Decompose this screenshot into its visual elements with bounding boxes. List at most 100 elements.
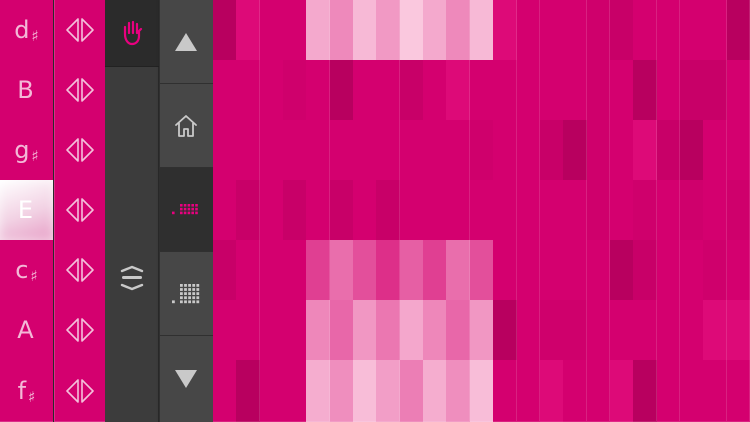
grid-pad[interactable] <box>329 360 354 422</box>
grid-pad[interactable] <box>679 0 704 61</box>
grid-pad[interactable] <box>423 180 447 241</box>
large-grid-button[interactable] <box>159 252 213 336</box>
grid-pad[interactable] <box>353 360 377 422</box>
grid-pad[interactable] <box>423 120 447 181</box>
grid-pad[interactable] <box>493 120 518 181</box>
grid-pad[interactable] <box>469 120 494 181</box>
note-key-4[interactable]: c ♯ <box>0 240 53 301</box>
grid-pad[interactable] <box>633 180 658 241</box>
grid-pad[interactable] <box>656 360 681 422</box>
grid-pad[interactable] <box>563 120 588 181</box>
grid-pad[interactable] <box>329 300 354 361</box>
grid-pad[interactable] <box>469 180 494 241</box>
grid-pad[interactable] <box>399 120 424 181</box>
transpose-button-3[interactable] <box>54 180 105 241</box>
grid-pad[interactable] <box>586 0 611 61</box>
grid-pad[interactable] <box>236 240 261 301</box>
grid-pad[interactable] <box>376 300 401 361</box>
grid-pad[interactable] <box>353 60 377 121</box>
grid-pad[interactable] <box>236 0 261 61</box>
grid-pad[interactable] <box>516 240 541 301</box>
grid-pad[interactable] <box>306 300 331 361</box>
transpose-button-0[interactable] <box>54 0 105 61</box>
grid-pad[interactable] <box>539 180 564 241</box>
grid-pad[interactable] <box>329 60 354 121</box>
grid-pad[interactable] <box>236 300 261 361</box>
grid-pad[interactable] <box>586 60 611 121</box>
grid-pad[interactable] <box>283 360 307 422</box>
grid-pad[interactable] <box>539 300 564 361</box>
grid-pad[interactable] <box>539 60 564 121</box>
grid-pad[interactable] <box>376 0 401 61</box>
grid-pad[interactable] <box>423 240 447 301</box>
grid-pad[interactable] <box>446 120 471 181</box>
grid-pad[interactable] <box>306 0 331 61</box>
grid-pad[interactable] <box>306 360 331 422</box>
grid-pad[interactable] <box>213 240 237 301</box>
grid-pad[interactable] <box>213 300 237 361</box>
grid-pad[interactable] <box>259 0 284 61</box>
grid-pad[interactable] <box>329 0 354 61</box>
grid-pad[interactable] <box>259 60 284 121</box>
grid-pad[interactable] <box>306 240 331 301</box>
grid-pad[interactable] <box>283 240 307 301</box>
grid-pad[interactable] <box>376 60 401 121</box>
grid-pad[interactable] <box>259 180 284 241</box>
grid-pad[interactable] <box>586 180 611 241</box>
transpose-button-5[interactable] <box>54 300 105 361</box>
grid-pad[interactable] <box>446 0 471 61</box>
grid-pad[interactable] <box>259 120 284 181</box>
grid-pad[interactable] <box>469 60 494 121</box>
grid-pad[interactable] <box>563 360 588 422</box>
grid-pad[interactable] <box>516 360 541 422</box>
grid-pad[interactable] <box>516 180 541 241</box>
grid-pad[interactable] <box>423 60 447 121</box>
note-key-2[interactable]: g ♯ <box>0 120 53 181</box>
note-key-3[interactable]: E <box>0 180 53 241</box>
grid-pad[interactable] <box>446 300 471 361</box>
layers-menu-button[interactable] <box>105 250 159 306</box>
grid-pad[interactable] <box>516 60 541 121</box>
grid-pad[interactable] <box>539 120 564 181</box>
grid-pad[interactable] <box>563 300 588 361</box>
grid-pad[interactable] <box>656 180 681 241</box>
grid-pad[interactable] <box>586 360 611 422</box>
grid-pad[interactable] <box>703 240 728 301</box>
grid-pad[interactable] <box>306 60 331 121</box>
grid-pad[interactable] <box>283 300 307 361</box>
grid-pad[interactable] <box>609 120 634 181</box>
grid-pad[interactable] <box>469 360 494 422</box>
grid-pad[interactable] <box>469 0 494 61</box>
grid-pad[interactable] <box>469 240 494 301</box>
grid-pad[interactable] <box>539 360 564 422</box>
grid-pad[interactable] <box>679 240 704 301</box>
grid-pad[interactable] <box>423 0 447 61</box>
grid-pad[interactable] <box>703 120 728 181</box>
grid-pad[interactable] <box>423 360 447 422</box>
grid-pad[interactable] <box>703 360 728 422</box>
grid-pad[interactable] <box>516 0 541 61</box>
grid-pad[interactable] <box>586 300 611 361</box>
grid-pad[interactable] <box>283 180 307 241</box>
grid-pad[interactable] <box>283 0 307 61</box>
grid-pad[interactable] <box>679 300 704 361</box>
grid-pad[interactable] <box>376 240 401 301</box>
note-key-0[interactable]: d ♯ <box>0 0 53 61</box>
grid-pad[interactable] <box>376 120 401 181</box>
grid-pad[interactable] <box>563 180 588 241</box>
grid-pad[interactable] <box>399 0 424 61</box>
grid-pad[interactable] <box>236 60 261 121</box>
grid-pad[interactable] <box>726 60 750 121</box>
transpose-button-4[interactable] <box>54 240 105 301</box>
grid-pad[interactable] <box>493 360 518 422</box>
grid-pad[interactable] <box>679 120 704 181</box>
grid-pad[interactable] <box>726 240 750 301</box>
grid-pad[interactable] <box>399 180 424 241</box>
grid-pad[interactable] <box>213 60 237 121</box>
grid-pad[interactable] <box>493 300 518 361</box>
grid-pad[interactable] <box>353 300 377 361</box>
grid-pad[interactable] <box>586 240 611 301</box>
grid-pad[interactable] <box>726 0 750 61</box>
grid-pad[interactable] <box>703 300 728 361</box>
grid-pad[interactable] <box>726 300 750 361</box>
